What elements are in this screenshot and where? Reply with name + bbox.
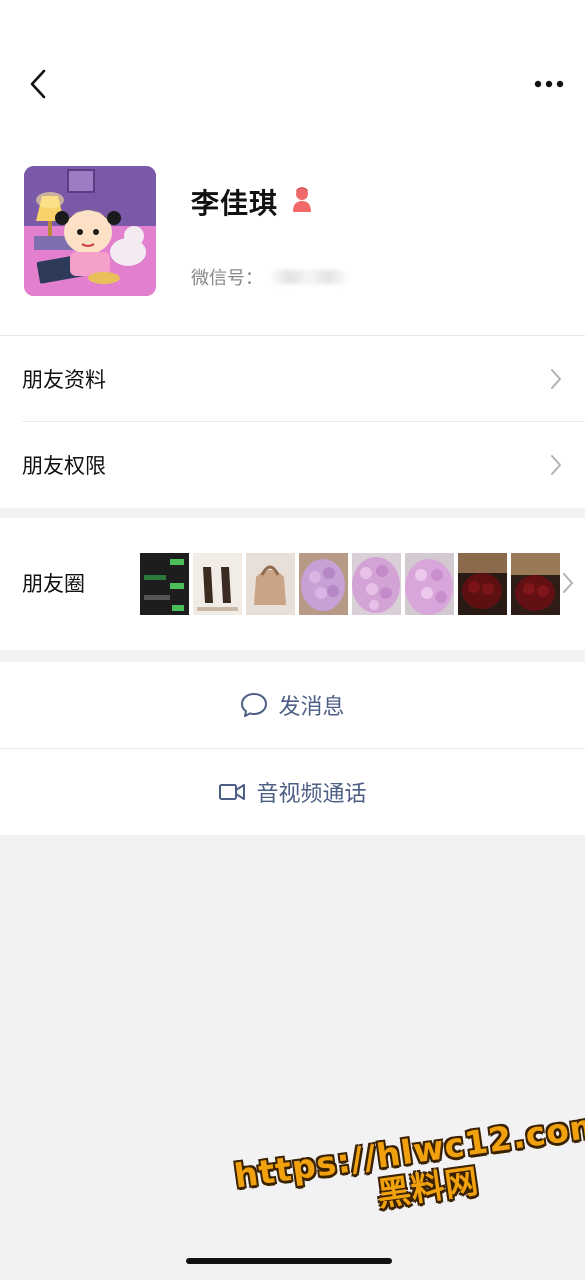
moments-thumbnail bbox=[193, 553, 242, 615]
moments-thumbnail bbox=[511, 553, 560, 615]
video-camera-icon bbox=[219, 784, 246, 800]
friend-profile-label: 朋友资料 bbox=[22, 368, 106, 392]
watermark: https://hlwc12.com 黑料网 bbox=[232, 1105, 585, 1234]
moments-row[interactable]: 朋友圈 bbox=[0, 518, 585, 650]
wechat-id-row: 微信号： bbox=[191, 264, 349, 290]
avatar[interactable] bbox=[24, 166, 156, 296]
moments-thumbnail bbox=[140, 553, 189, 615]
chevron-left-icon bbox=[30, 69, 46, 99]
more-button[interactable] bbox=[527, 64, 571, 104]
wechat-id-label: 微信号： bbox=[191, 268, 263, 289]
moments-thumbnail bbox=[405, 553, 454, 615]
chevron-right-icon bbox=[551, 455, 561, 475]
friend-permissions-row[interactable]: 朋友权限 bbox=[0, 422, 585, 508]
moments-thumbnail bbox=[246, 553, 295, 615]
chevron-right-icon bbox=[563, 573, 573, 593]
home-indicator[interactable] bbox=[186, 1258, 392, 1264]
chat-bubble-icon bbox=[241, 693, 268, 717]
profile-header: 李佳琪 微信号： bbox=[0, 0, 585, 335]
friend-profile-row[interactable]: 朋友资料 bbox=[0, 336, 585, 422]
avatar-image bbox=[24, 166, 156, 296]
moments-thumbnail bbox=[299, 553, 348, 615]
wechat-id-value-redacted bbox=[269, 270, 349, 284]
contact-name: 李佳琪 bbox=[191, 187, 279, 220]
moments-thumbnail bbox=[352, 553, 401, 615]
send-message-label: 发消息 bbox=[278, 695, 345, 720]
moments-thumbnails bbox=[140, 553, 560, 615]
chevron-right-icon bbox=[551, 369, 561, 389]
moments-thumbnail bbox=[458, 553, 507, 615]
back-button[interactable] bbox=[18, 64, 58, 104]
video-call-label: 音视频通话 bbox=[256, 782, 367, 807]
more-horizontal-icon bbox=[534, 80, 564, 88]
send-message-content: 发消息 bbox=[240, 689, 345, 721]
video-call-button[interactable]: 音视频通话 bbox=[0, 749, 585, 835]
send-message-button[interactable]: 发消息 bbox=[0, 662, 585, 748]
video-call-content: 音视频通话 bbox=[218, 776, 367, 808]
friend-permissions-label: 朋友权限 bbox=[22, 454, 106, 478]
contact-profile-page: 李佳琪 微信号： 朋友资料 朋友权限 朋友圈 发消息 音视频通话 https:/… bbox=[0, 0, 585, 1280]
moments-label: 朋友圈 bbox=[22, 572, 85, 596]
female-person-icon bbox=[293, 187, 311, 212]
